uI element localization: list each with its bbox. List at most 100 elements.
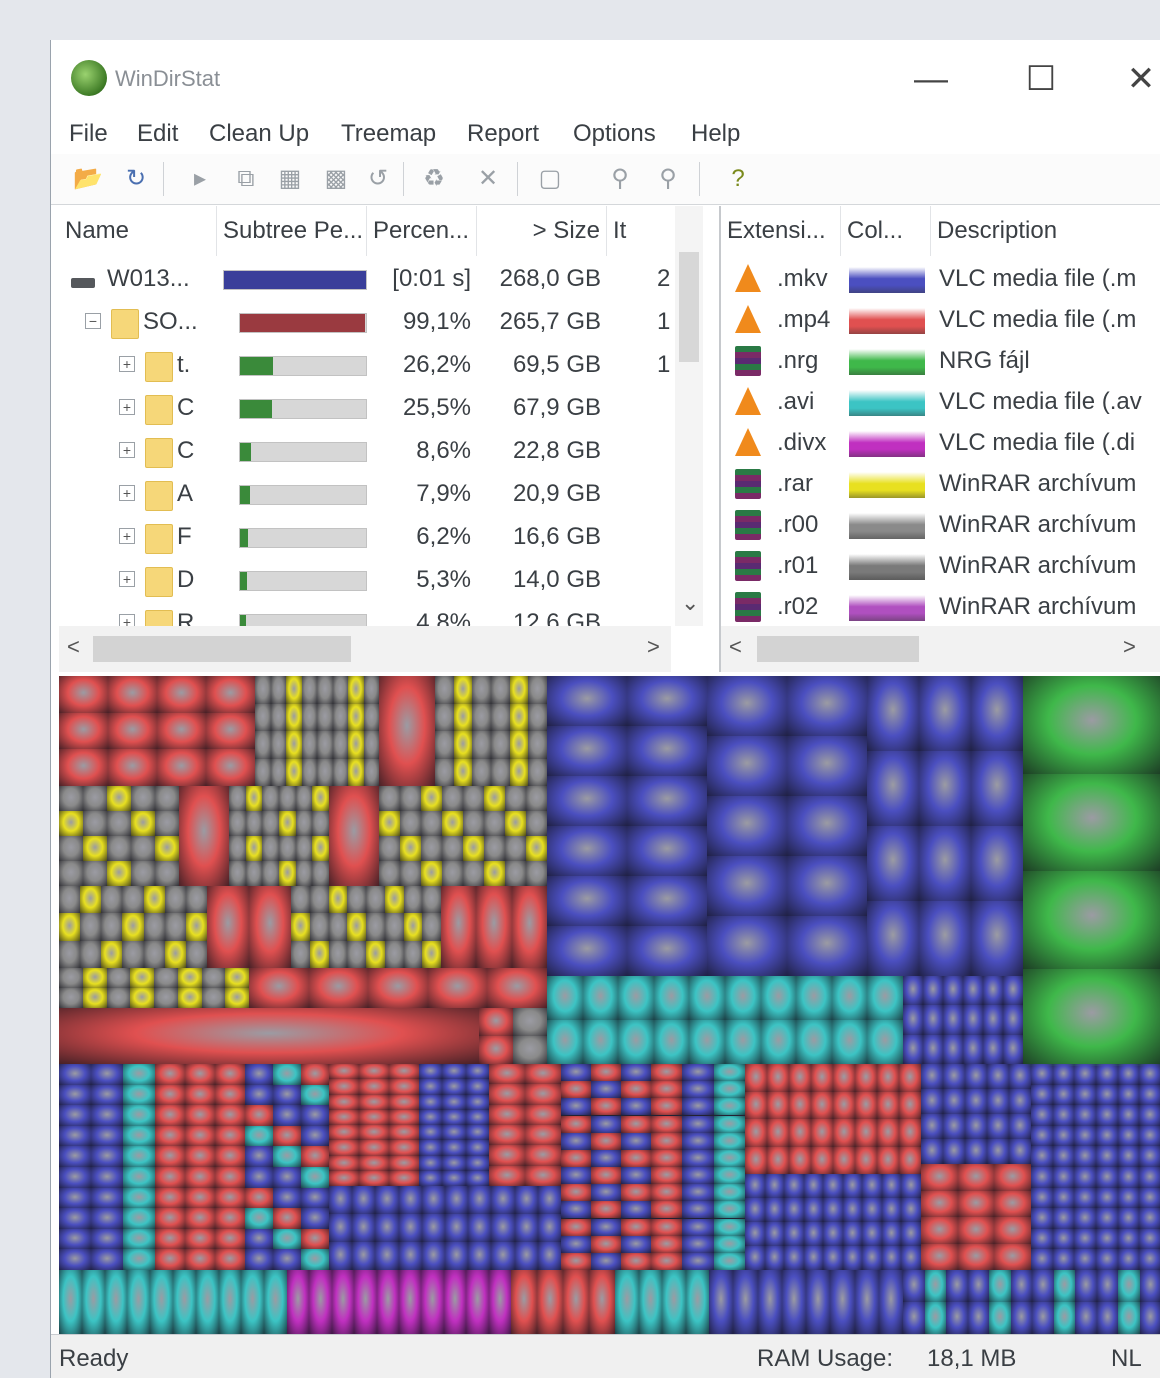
treemap-cell[interactable] — [273, 1084, 301, 1106]
treemap-cell[interactable] — [359, 1140, 389, 1156]
treemap-cell[interactable] — [442, 1064, 466, 1080]
treemap-cell[interactable] — [651, 1252, 683, 1270]
treemap-cell[interactable] — [823, 1222, 843, 1246]
treemap-cell[interactable] — [59, 988, 83, 1008]
treemap-cell[interactable] — [946, 1302, 968, 1334]
treemap-cell[interactable] — [561, 1149, 591, 1167]
treemap-cell[interactable] — [359, 1125, 389, 1141]
treemap-cell[interactable] — [943, 976, 963, 1006]
treemap-cell[interactable] — [157, 749, 206, 786]
treemap-cell[interactable] — [526, 811, 547, 836]
treemap-cell[interactable] — [1117, 1105, 1140, 1126]
treemap-cell[interactable] — [713, 1064, 745, 1082]
extension-row[interactable]: .nrg NRG fájl — [721, 340, 1160, 382]
expand-icon[interactable]: + — [119, 528, 135, 544]
treemap-cell[interactable] — [59, 786, 83, 811]
treemap-cell[interactable] — [621, 1064, 651, 1082]
treemap-cell[interactable] — [301, 1187, 329, 1209]
treemap-cell[interactable] — [811, 1091, 833, 1119]
treemap-cell[interactable] — [301, 1105, 329, 1126]
treemap-cell[interactable] — [514, 1242, 538, 1270]
treemap-cell[interactable] — [919, 676, 971, 751]
explorer-icon[interactable]: ▦ — [275, 164, 305, 194]
treemap-cell[interactable] — [1096, 1249, 1118, 1270]
treemap-cell[interactable] — [561, 1235, 591, 1253]
treemap-cell[interactable] — [509, 731, 529, 759]
treemap-cell[interactable] — [59, 1105, 91, 1126]
treemap-cell[interactable] — [803, 1222, 824, 1246]
treemap-cell[interactable] — [229, 836, 246, 861]
treemap-cell[interactable] — [767, 1064, 789, 1092]
treemap-cell[interactable] — [627, 926, 707, 976]
treemap-cell[interactable] — [1052, 1146, 1075, 1167]
treemap-cell[interactable] — [312, 786, 329, 811]
treemap-cell[interactable] — [528, 703, 547, 731]
treemap-cell[interactable] — [347, 940, 366, 968]
treemap-cell[interactable] — [1139, 1125, 1160, 1147]
treemap-cell[interactable] — [682, 1098, 714, 1116]
treemap-cell[interactable] — [784, 1174, 804, 1198]
treemap-cell[interactable] — [921, 1114, 943, 1139]
treemap-cell[interactable] — [465, 1079, 489, 1095]
treemap-cell[interactable] — [833, 1146, 855, 1174]
treemap-cell[interactable] — [1074, 1228, 1096, 1250]
treemap-cell[interactable] — [291, 886, 310, 914]
treemap-cell[interactable] — [359, 1109, 389, 1125]
treemap-cell[interactable] — [591, 1064, 621, 1082]
treemap-cell[interactable] — [957, 1217, 995, 1244]
treemap-cell[interactable] — [83, 786, 107, 811]
expand-icon[interactable]: + — [119, 442, 135, 458]
treemap-cell[interactable] — [309, 886, 329, 914]
treemap-cell[interactable] — [442, 861, 463, 886]
treemap-cell[interactable] — [185, 1125, 215, 1147]
treemap-cell[interactable] — [245, 1105, 273, 1126]
treemap-cell[interactable] — [923, 1034, 943, 1064]
treemap-cell[interactable] — [195, 1270, 219, 1334]
treemap-cell[interactable] — [476, 886, 512, 968]
treemap-cell[interactable] — [621, 1081, 651, 1099]
treemap-cell[interactable] — [270, 731, 286, 759]
treemap-cell[interactable] — [348, 676, 364, 704]
treemap-cell[interactable] — [375, 1186, 399, 1214]
treemap-cell[interactable] — [651, 1149, 683, 1167]
treemap-cell[interactable] — [329, 1140, 359, 1156]
treemap-cell[interactable] — [101, 913, 123, 941]
treemap-cell[interactable] — [59, 1008, 479, 1064]
treemap-cell[interactable] — [442, 836, 463, 861]
treemap-cell[interactable] — [781, 1270, 806, 1334]
treemap-cell[interactable] — [379, 836, 400, 861]
treemap-cell[interactable] — [229, 786, 246, 811]
treemap-cell[interactable] — [123, 1125, 155, 1147]
treemap-cell[interactable] — [286, 676, 302, 704]
treemap-cell[interactable] — [164, 940, 186, 968]
treemap-cell[interactable] — [1096, 1228, 1118, 1250]
treemap-cell[interactable] — [123, 1105, 155, 1126]
treemap-cell[interactable] — [363, 676, 379, 704]
treemap-cell[interactable] — [279, 786, 296, 811]
treemap-cell[interactable] — [301, 676, 317, 704]
treemap-cell[interactable] — [1117, 1228, 1140, 1250]
treemap-cell[interactable] — [733, 1270, 758, 1334]
extension-row[interactable]: .divx VLC media file (.di — [721, 422, 1160, 464]
treemap-cell[interactable] — [682, 1064, 714, 1082]
treemap-cell[interactable] — [463, 836, 484, 861]
treemap-cell[interactable] — [91, 1125, 123, 1147]
treemap-cell[interactable] — [164, 886, 186, 914]
treemap-cell[interactable] — [366, 940, 385, 968]
treemap-cell[interactable] — [421, 836, 442, 861]
treemap-cell[interactable] — [453, 703, 473, 731]
treemap-cell[interactable] — [389, 1064, 419, 1080]
treemap-cell[interactable] — [525, 1064, 561, 1085]
treemap-cell[interactable] — [317, 676, 333, 704]
treemap-cell[interactable] — [403, 913, 423, 941]
treemap-cell[interactable] — [651, 1218, 683, 1236]
treemap-cell[interactable] — [273, 1105, 301, 1126]
treemap-cell[interactable] — [547, 826, 627, 876]
treemap-cell[interactable] — [131, 836, 155, 861]
treemap-cell[interactable] — [689, 976, 725, 1020]
treemap-cell[interactable] — [352, 1186, 376, 1214]
treemap-cell[interactable] — [442, 1079, 466, 1095]
treemap-cell[interactable] — [525, 1145, 561, 1166]
treemap-cell[interactable] — [842, 1222, 863, 1246]
treemap-cell[interactable] — [965, 1089, 987, 1114]
